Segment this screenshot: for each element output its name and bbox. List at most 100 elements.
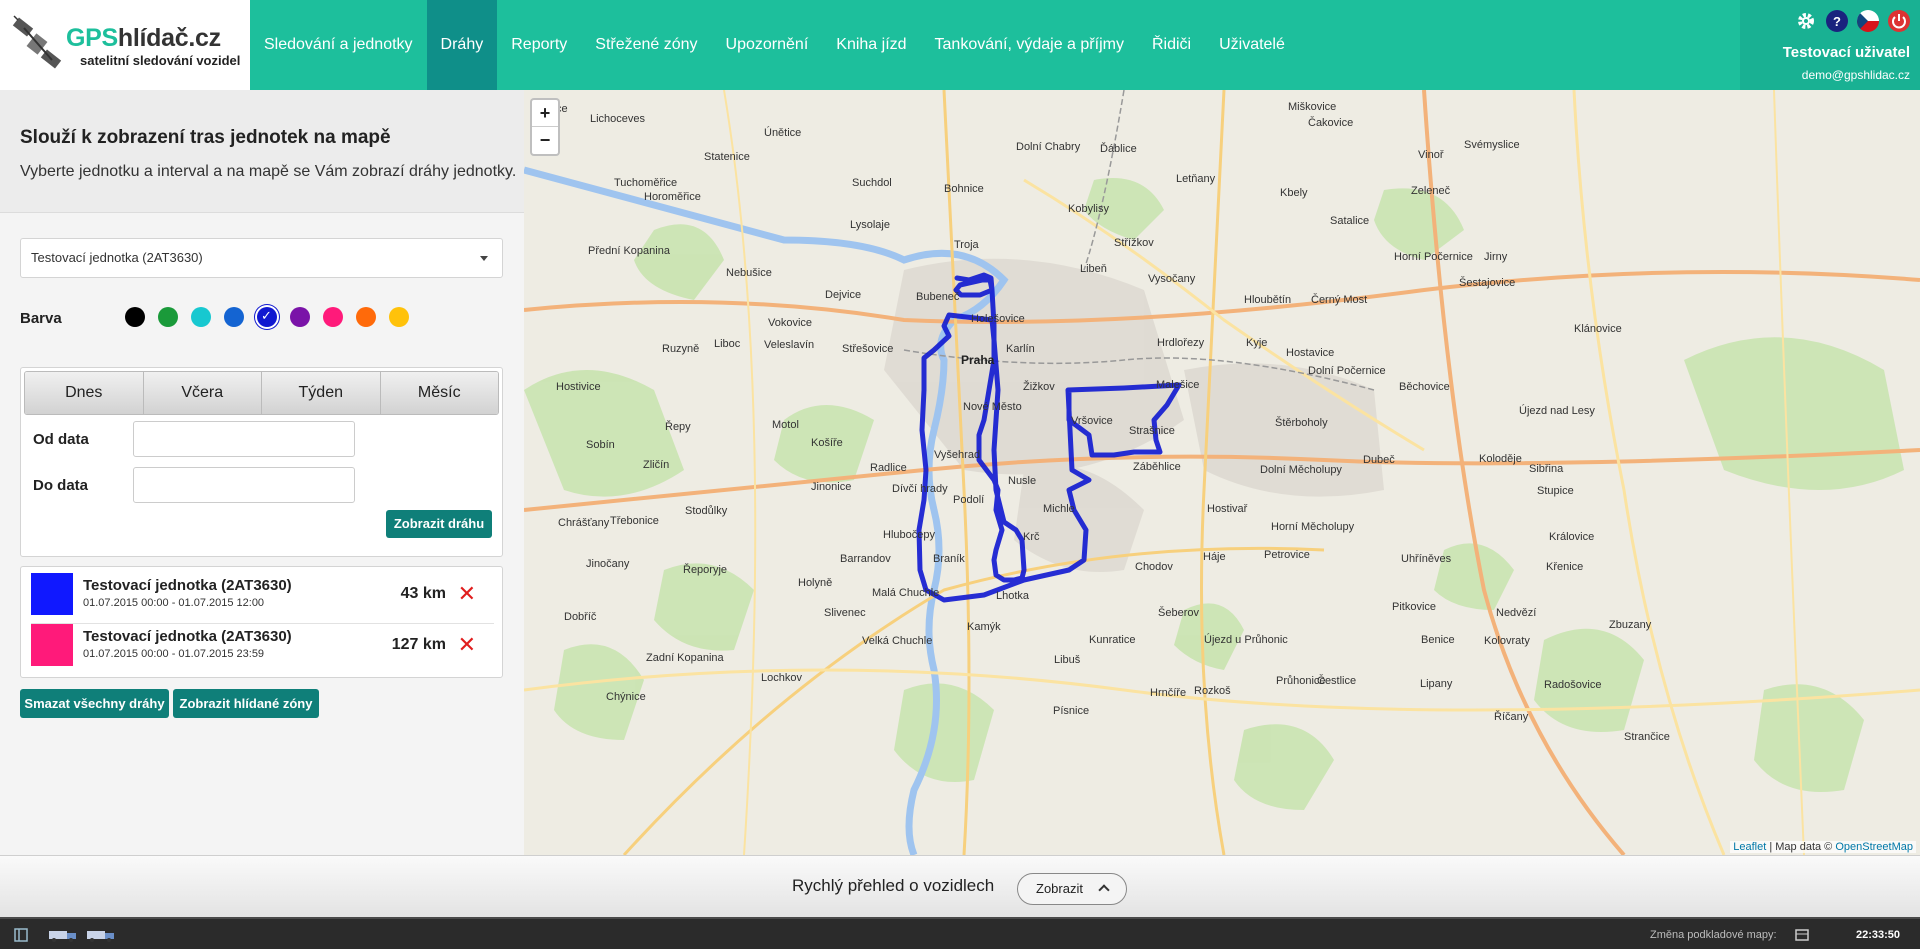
map-place-label: Řeporyje	[683, 563, 727, 576]
map-place-label: Únětice	[764, 126, 801, 139]
map-place-label: Holešovice	[971, 313, 1025, 325]
map-place-label: Vysočany	[1148, 273, 1196, 285]
color-swatch-lightblue[interactable]	[224, 307, 244, 327]
zoom-control: + −	[530, 98, 560, 156]
tab-tyden[interactable]: Týden	[262, 372, 381, 414]
osm-link[interactable]: OpenStreetMap	[1835, 841, 1913, 853]
zoom-in-button[interactable]: +	[532, 100, 558, 127]
quick-overview-button-label: Zobrazit	[1036, 881, 1083, 896]
tab-vcera[interactable]: Včera	[143, 372, 262, 414]
unit-select[interactable]: Testovací jednotka (2AT3630)	[20, 238, 503, 278]
map-place-label: Chrášťany	[558, 517, 610, 529]
map-place-label: Štěrboholy	[1275, 416, 1328, 429]
czech-flag-icon[interactable]	[1857, 10, 1879, 32]
route-distance: 43 km	[400, 585, 446, 602]
gear-icon[interactable]	[1795, 10, 1817, 32]
color-swatch-blue[interactable]	[257, 307, 277, 327]
tab-mesic[interactable]: Měsíc	[380, 372, 498, 414]
map-place-label: Střížkov	[1114, 237, 1154, 249]
quick-overview-toggle-button[interactable]: Zobrazit	[1017, 873, 1127, 905]
map-place-label: Jinonice	[811, 481, 851, 493]
map-place-label: Šestajovice	[1459, 276, 1515, 289]
color-swatch-orange[interactable]	[356, 307, 376, 327]
map-place-label: Horní Počernice	[1394, 251, 1473, 263]
color-swatch-purple[interactable]	[290, 307, 310, 327]
basemap-switch-icon[interactable]	[1795, 928, 1809, 942]
route-interval: 01.07.2015 00:00 - 01.07.2015 12:00	[83, 597, 265, 609]
nav-item-kniha-jizd[interactable]: Kniha jízd	[822, 0, 920, 90]
map-place-label: Hostavice	[1286, 347, 1334, 359]
map-place-label: Hrdlořezy	[1157, 337, 1205, 349]
nav-item-drahy[interactable]: Dráhy	[426, 0, 498, 90]
color-swatch-cyan[interactable]	[191, 307, 211, 327]
map-place-label: Záběhlice	[1133, 461, 1181, 473]
route-item[interactable]: Testovací jednotka (2AT3630) 01.07.2015 …	[31, 567, 494, 617]
main-nav: Sledování a jednotky Dráhy Reporty Střež…	[250, 0, 1299, 90]
route-list: Testovací jednotka (2AT3630) 01.07.2015 …	[20, 566, 503, 678]
map-place-label: Zeleneč	[1411, 185, 1451, 197]
logout-icon[interactable]	[1888, 10, 1910, 32]
map-attribution: Leaflet | Map data © OpenStreetMap	[1730, 841, 1916, 853]
route-color-chip	[31, 624, 73, 666]
delete-all-routes-button[interactable]: Smazat všechny dráhy	[20, 689, 169, 718]
route-distance: 127 km	[391, 636, 446, 653]
color-swatch-pink[interactable]	[323, 307, 343, 327]
user-panel: ? Testovací uživatel demo@gpshlidac.cz	[1740, 0, 1920, 90]
nav-item-sledovani[interactable]: Sledování a jednotky	[250, 0, 427, 90]
nav-item-tankovani[interactable]: Tankování, výdaje a příjmy	[921, 0, 1138, 90]
delete-route-icon[interactable]: ✕	[458, 581, 476, 607]
map-place-label: Sobín	[586, 439, 615, 451]
color-swatch-black[interactable]	[125, 307, 145, 327]
show-zones-button[interactable]: Zobrazit hlídané zóny	[173, 689, 319, 718]
map-place-label: Hloubětín	[1244, 294, 1291, 306]
map-place-label: Kyje	[1246, 337, 1267, 349]
nav-item-uzivatele[interactable]: Uživatelé	[1205, 0, 1299, 90]
zoom-out-button[interactable]: −	[532, 127, 558, 154]
map-place-label: Přední Kopanina	[588, 245, 671, 257]
map-place-label: Holyně	[798, 577, 832, 589]
map-place-label: Hostivař	[1207, 503, 1248, 515]
map-place-label: Troja	[954, 239, 980, 251]
leaflet-link[interactable]: Leaflet	[1733, 841, 1766, 853]
map-place-label: Radošovice	[1544, 679, 1601, 691]
map-place-label: Malá Chuchle	[872, 587, 939, 599]
map-place-label: Nové Město	[963, 401, 1022, 413]
panel-icon[interactable]	[14, 928, 28, 942]
map-view[interactable]: ČimiceLichocevesÚněticeStateniceTuchoměř…	[524, 90, 1920, 855]
map-place-label: Kunratice	[1089, 634, 1135, 646]
user-name[interactable]: Testovací uživatel	[1783, 44, 1910, 61]
delete-route-icon[interactable]: ✕	[458, 632, 476, 658]
map-place-label: Dobříč	[564, 611, 597, 623]
show-route-button[interactable]: Zobrazit dráhu	[386, 510, 492, 538]
map-place-label: Královice	[1549, 531, 1594, 543]
nav-item-strezene-zony[interactable]: Střežené zóny	[581, 0, 711, 90]
help-icon[interactable]: ?	[1826, 10, 1848, 32]
map-place-label: Libuš	[1054, 654, 1081, 666]
map-place-label: Lysolaje	[850, 219, 890, 231]
map-place-label: Nusle	[1008, 475, 1036, 487]
route-interval: 01.07.2015 00:00 - 01.07.2015 23:59	[83, 648, 265, 660]
map-place-label: Slivenec	[824, 607, 866, 619]
from-date-field[interactable]	[133, 421, 355, 457]
tab-dnes[interactable]: Dnes	[25, 372, 144, 414]
nav-item-upozorneni[interactable]: Upozornění	[712, 0, 823, 90]
color-swatch-yellow[interactable]	[389, 307, 409, 327]
nav-item-ridici[interactable]: Řidiči	[1138, 0, 1205, 90]
user-icons: ?	[1795, 10, 1910, 32]
route-unit-name: Testovací jednotka (2AT3630)	[83, 628, 292, 645]
map-place-label: Třebonice	[610, 515, 659, 527]
map-place-label: Hrnčíře	[1150, 687, 1186, 699]
to-date-field[interactable]	[133, 467, 355, 503]
nav-item-reporty[interactable]: Reporty	[497, 0, 581, 90]
map-place-label: Černý Most	[1311, 293, 1367, 306]
map-place-label: Dolní Měcholupy	[1260, 464, 1342, 476]
map-place-label: Šeberov	[1158, 606, 1199, 619]
color-swatch-green[interactable]	[158, 307, 178, 327]
truck-icon[interactable]	[48, 928, 78, 942]
map-place-label: Barrandov	[840, 553, 891, 565]
map-place-label: Podolí	[953, 494, 984, 506]
truck-alt-icon[interactable]	[86, 928, 116, 942]
route-item[interactable]: Testovací jednotka (2AT3630) 01.07.2015 …	[31, 618, 494, 668]
brand-logo[interactable]: GPShlídač.cz satelitní sledování vozidel	[0, 0, 250, 90]
map-place-label: Kbely	[1280, 187, 1308, 199]
